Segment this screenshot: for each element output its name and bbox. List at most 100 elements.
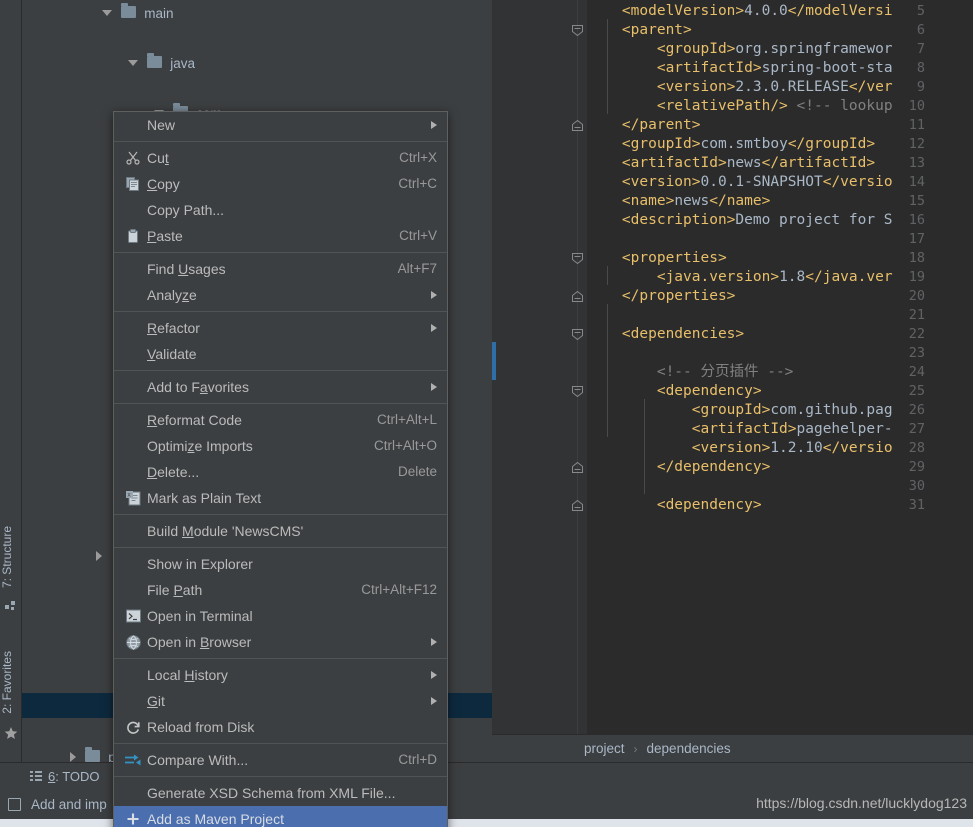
menu-item-delete[interactable]: Delete... Delete (114, 459, 447, 485)
menu-item-optimize-imports[interactable]: Optimize Imports Ctrl+Alt+O (114, 433, 447, 459)
fold-expand-icon[interactable] (571, 290, 584, 303)
fold-expand-icon[interactable] (571, 119, 584, 132)
menu-item-no-icon (122, 201, 144, 219)
menu-item-new[interactable]: New (114, 112, 447, 138)
code-line[interactable]: <properties> (587, 249, 727, 268)
status-bar-todo-label[interactable]: 6: TODO (48, 769, 100, 784)
fold-collapse-icon[interactable] (571, 385, 584, 398)
menu-item-no-icon (122, 345, 144, 363)
menu-item-no-icon (122, 286, 144, 304)
menu-item-no-icon (122, 522, 144, 540)
code-line[interactable]: <version>2.3.0.RELEASE</ver (587, 78, 893, 97)
menu-item-add-as-maven-project[interactable]: Add as Maven Project (114, 806, 447, 827)
menu-item-reload-from-disk[interactable]: Reload from Disk (114, 714, 447, 740)
menu-item-no-icon (122, 411, 144, 429)
fold-collapse-icon[interactable] (571, 328, 584, 341)
menu-item-open-in-browser[interactable]: Open in Browser (114, 629, 447, 655)
chevron-right-icon (431, 324, 437, 332)
context-menu[interactable]: New Cut Ctrl+X Copy Ctrl+C Copy Path... Paste C… (113, 111, 448, 827)
menu-item-compare-with[interactable]: Compare With... Ctrl+D (114, 747, 447, 773)
menu-item-label: Build Module 'NewsCMS' (147, 523, 304, 539)
menu-item-file-path[interactable]: File Path Ctrl+Alt+F12 (114, 577, 447, 603)
code-editor[interactable]: 5 6 7 8 9 10 11 12 13 14 15 16 17 18 19 20 21 22 23 24 25 26 2… (492, 0, 973, 734)
code-line[interactable]: <name>news</name> (587, 192, 770, 211)
code-line[interactable]: <!-- 分页插件 --> (587, 363, 794, 382)
menu-item-label: Generate XSD Schema from XML File... (147, 785, 396, 801)
menu-item-cut[interactable]: Cut Ctrl+X (114, 145, 447, 171)
chevron-right-icon[interactable] (95, 551, 102, 562)
menu-item-label: File Path (147, 582, 203, 598)
menu-item-build-module-newscms[interactable]: Build Module 'NewsCMS' (114, 518, 447, 544)
fold-expand-icon[interactable] (571, 499, 584, 512)
menu-item-shortcut: Ctrl+V (399, 228, 437, 243)
menu-item-label: Add to Favorites (147, 379, 249, 395)
menu-item-open-in-terminal[interactable]: Open in Terminal (114, 603, 447, 629)
star-icon (4, 726, 18, 740)
menu-item-shortcut: Ctrl+X (399, 150, 437, 165)
code-line[interactable]: <groupId>org.springframewor (587, 40, 893, 59)
menu-separator (114, 547, 447, 548)
sidebar-tab-structure[interactable]: 7: Structure (0, 524, 22, 590)
code-line[interactable]: <dependencies> (587, 325, 744, 344)
menu-item-find-usages[interactable]: Find Usages Alt+F7 (114, 256, 447, 282)
menu-item-label: Paste (147, 228, 183, 244)
menu-item-validate[interactable]: Validate (114, 341, 447, 367)
fold-expand-icon[interactable] (571, 461, 584, 474)
window-icon (8, 797, 21, 811)
menu-item-no-icon (122, 555, 144, 573)
breadcrumb[interactable]: project › dependencies (492, 734, 973, 762)
code-line[interactable]: </parent> (587, 116, 701, 135)
code-line[interactable]: </dependency> (587, 458, 771, 477)
code-line[interactable]: <groupId>com.github.pag (587, 401, 893, 420)
menu-item-label: Git (147, 693, 165, 709)
menu-item-copy[interactable]: Copy Ctrl+C (114, 171, 447, 197)
code-line[interactable]: <groupId>com.smtboy</groupId> (587, 135, 875, 154)
menu-item-reformat-code[interactable]: Reformat Code Ctrl+Alt+L (114, 407, 447, 433)
menu-item-add-to-favorites[interactable]: Add to Favorites (114, 374, 447, 400)
code-line[interactable]: </properties> (587, 287, 736, 306)
breadcrumb-item-project[interactable]: project (584, 741, 625, 756)
menu-item-no-icon (122, 463, 144, 481)
code-line[interactable]: <description>Demo project for S (587, 211, 893, 230)
menu-item-copy-path[interactable]: Copy Path... (114, 197, 447, 223)
code-line[interactable]: <artifactId>spring-boot-sta (587, 59, 893, 78)
editor-gutter[interactable] (492, 0, 587, 734)
menu-item-show-in-explorer[interactable]: Show in Explorer (114, 551, 447, 577)
breadcrumb-item-dependencies[interactable]: dependencies (647, 741, 731, 756)
menu-item-local-history[interactable]: Local History (114, 662, 447, 688)
fold-collapse-icon[interactable] (571, 252, 584, 265)
code-line[interactable]: <dependency> (587, 496, 762, 515)
watermark-url: https://blog.csdn.net/lucklydog123 (756, 795, 967, 811)
code-line[interactable]: <artifactId>news</artifactId> (587, 154, 875, 173)
menu-item-analyze[interactable]: Analyze (114, 282, 447, 308)
code-line[interactable]: <relativePath/> <!-- lookup (587, 97, 893, 116)
code-line[interactable]: <version>0.0.1-SNAPSHOT</versio (587, 173, 893, 192)
menu-item-mark-as-plain-text[interactable]: x Mark as Plain Text (114, 485, 447, 511)
fold-collapse-icon[interactable] (571, 24, 584, 37)
code-line[interactable]: <modelVersion>4.0.0</modelVersi (587, 2, 893, 21)
menu-item-shortcut: Ctrl+D (398, 752, 437, 767)
menu-item-shortcut: Ctrl+Alt+F12 (361, 582, 437, 597)
menu-item-git[interactable]: Git (114, 688, 447, 714)
chevron-right-icon[interactable] (69, 752, 76, 762)
code-line[interactable]: <version>1.2.10</versio (587, 439, 893, 458)
menu-item-label: New (147, 117, 176, 133)
menu-item-generate-xsd-schema-from-xml-file[interactable]: Generate XSD Schema from XML File... (114, 780, 447, 806)
breadcrumb-separator-icon: › (633, 741, 638, 756)
code-text-area[interactable]: <modelVersion>4.0.0</modelVersi <parent>… (587, 0, 973, 734)
code-line[interactable]: <dependency> (587, 382, 762, 401)
copy-icon (122, 175, 144, 193)
code-line[interactable]: <artifactId>pagehelper- (587, 420, 893, 439)
code-line[interactable]: <java.version>1.8</java.ver (587, 268, 893, 287)
tree-row[interactable]: main (22, 0, 492, 25)
chevron-down-icon[interactable] (127, 60, 138, 67)
menu-item-refactor[interactable]: Refactor (114, 315, 447, 341)
menu-item-paste[interactable]: Paste Ctrl+V (114, 223, 447, 249)
chevron-down-icon[interactable] (101, 10, 112, 17)
tree-row[interactable]: java (22, 50, 492, 75)
menu-separator (114, 514, 447, 515)
menu-item-no-icon (122, 666, 144, 684)
sidebar-tab-favorites[interactable]: 2: Favorites (0, 649, 22, 716)
code-line[interactable]: <parent> (587, 21, 692, 40)
chevron-right-icon (431, 697, 437, 705)
